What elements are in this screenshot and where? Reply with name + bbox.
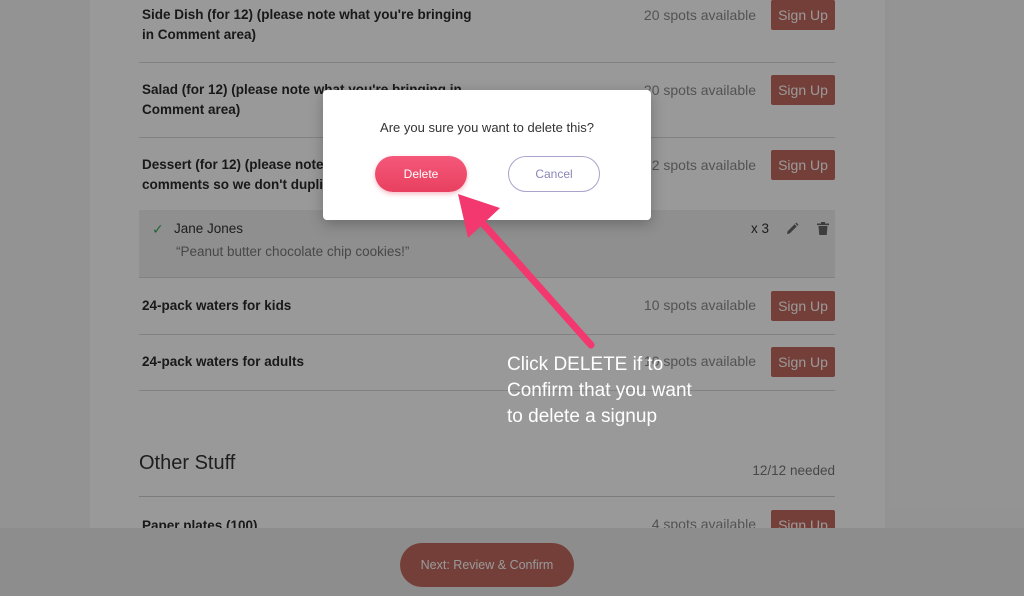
annotation-arrow — [458, 194, 595, 349]
annotation-line: to delete a signup — [507, 406, 658, 427]
annotation-line: Click DELETE if to — [507, 354, 664, 375]
annotation-text: Click DELETE if to Confirm that you want… — [507, 352, 727, 430]
annotation-line: Confirm that you want — [507, 380, 692, 401]
arrow-icon — [458, 194, 595, 349]
